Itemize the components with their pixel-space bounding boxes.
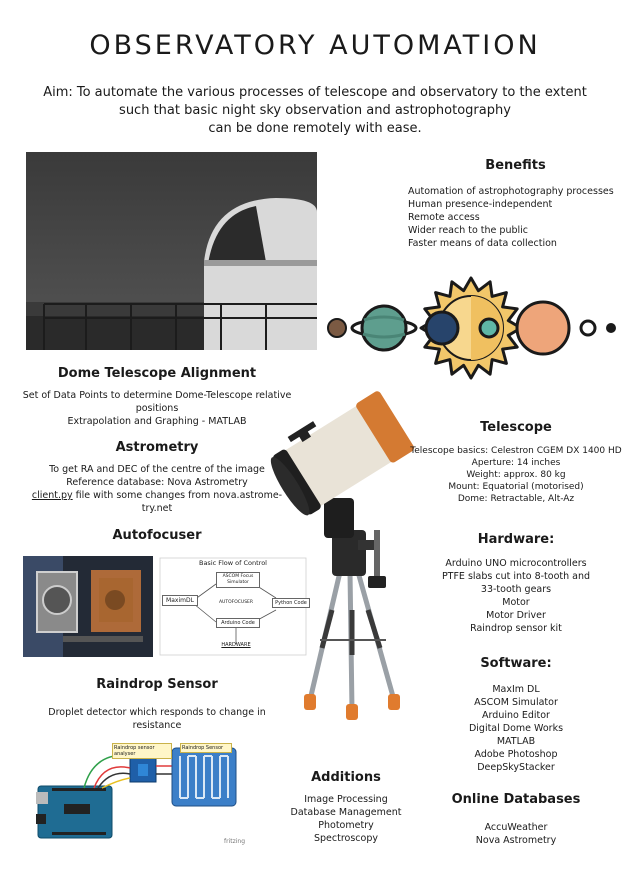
benefits-section: Benefits Automation of astrophotography … xyxy=(408,158,623,250)
additions-title: Additions xyxy=(311,770,381,785)
aim-line: such that basic night sky observation an… xyxy=(119,103,511,118)
planet-small-teal xyxy=(478,317,500,339)
hardware-line: 33-tooth gears xyxy=(480,584,552,595)
aim-line: can be done remotely with ease. xyxy=(208,121,422,136)
raindrop-circuit-diagram: Raindrop sensor analyser Raindrop Sensor… xyxy=(34,740,264,850)
list-item: Faster means of data collection xyxy=(408,238,557,249)
software-line: MATLAB xyxy=(496,736,536,747)
telescope-title: Telescope xyxy=(480,420,552,435)
flow-box-ascom: ASCOM Focus Simulator xyxy=(216,572,260,588)
raindrop-section: Raindrop Sensor Droplet detector which r… xyxy=(14,677,300,732)
online-databases-line: Nova Astrometry xyxy=(475,835,557,846)
solar-system-illustration xyxy=(327,276,616,380)
flow-box-maximdl: MaximDL xyxy=(162,595,198,606)
autofocuser-title-wrap: Autofocuser xyxy=(14,528,300,543)
additions-line: Database Management xyxy=(290,807,402,818)
benefits-title: Benefits xyxy=(485,158,546,173)
hardware-line: Raindrop sensor kit xyxy=(470,623,562,634)
astrometry-section: Astrometry To get RA and DEC of the cent… xyxy=(14,440,300,515)
telescope-line: Dome: Retractable, Alt-Az xyxy=(457,494,575,504)
planet-peach xyxy=(515,300,571,356)
dome-alignment-title: Dome Telescope Alignment xyxy=(57,366,257,381)
dome-alignment-section: Dome Telescope Alignment Set of Data Poi… xyxy=(14,366,300,428)
software-section: Software: MaxIm DL ASCOM Simulator Ardui… xyxy=(404,656,628,774)
raindrop-sensor-label: Raindrop Sensor xyxy=(180,743,232,753)
list-item: Remote access xyxy=(408,212,480,223)
hardware-title: Hardware: xyxy=(477,532,555,547)
poster-title: OBSERVATORY AUTOMATION xyxy=(89,30,541,61)
flow-label-autofocuser: AUTOFOCUSER xyxy=(218,600,254,605)
raindrop-line: resistance xyxy=(132,720,182,731)
raindrop-line: Droplet detector which responds to chang… xyxy=(48,707,266,718)
additions-line: Photometry xyxy=(318,820,374,831)
telescope-line: Weight: approx. 80 kg xyxy=(466,470,566,480)
software-line: Arduino Editor xyxy=(482,710,550,721)
online-databases-title: Online Databases xyxy=(451,792,581,807)
telescope-line: Mount: Equatorial (motorised) xyxy=(448,482,584,492)
hardware-line: Motor Driver xyxy=(486,610,546,621)
fritzing-label: fritzing xyxy=(224,838,246,845)
hardware-section: Hardware: Arduino UNO microcontrollers P… xyxy=(404,532,628,635)
raindrop-analyser-label: Raindrop sensor analyser xyxy=(112,743,172,759)
autofocuser-photo xyxy=(23,556,153,657)
astrometry-line: try.net xyxy=(141,503,173,514)
dome-alignment-line: positions xyxy=(135,403,179,414)
software-line: DeepSkyStacker xyxy=(477,762,555,773)
software-title: Software: xyxy=(480,656,552,671)
benefits-list: Automation of astrophotography processes… xyxy=(408,185,623,250)
software-line: MaxIm DL xyxy=(492,684,540,695)
software-line: Adobe Photoshop xyxy=(474,749,558,760)
autofocuser-title: Autofocuser xyxy=(112,528,202,543)
software-line: ASCOM Simulator xyxy=(474,697,558,708)
astrometry-line: client.py file with some changes from no… xyxy=(31,490,283,501)
astrometry-line: To get RA and DEC of the centre of the i… xyxy=(49,464,265,475)
aim-line: Aim: To automate the various processes o… xyxy=(43,85,587,100)
client-py-link[interactable]: client.py xyxy=(32,490,73,501)
planet-navy xyxy=(424,310,460,346)
planet-small-brown xyxy=(327,318,347,338)
online-databases-section: Online Databases AccuWeather Nova Astrom… xyxy=(404,792,628,847)
raindrop-title: Raindrop Sensor xyxy=(96,677,218,692)
list-item: Automation of astrophotography processes xyxy=(408,186,614,197)
dome-photo xyxy=(26,152,317,350)
additions-line: Spectroscopy xyxy=(314,833,378,844)
hardware-line: Arduino UNO microcontrollers xyxy=(445,558,587,569)
telescope-section: Telescope Telescope basics: Celestron CG… xyxy=(404,420,628,505)
autofocuser-photo-illustration xyxy=(23,556,153,657)
hardware-line: Motor xyxy=(502,597,530,608)
dome-photo-illustration xyxy=(26,152,317,350)
online-databases-line: AccuWeather xyxy=(484,822,548,833)
hardware-line: PTFE slabs cut into 8-tooth and xyxy=(441,571,591,582)
telescope-line: Telescope basics: Celestron CGEM DX 1400… xyxy=(410,446,622,456)
additions-line: Image Processing xyxy=(304,794,388,805)
flow-box-arduino: Arduino Code xyxy=(216,618,260,628)
software-line: Digital Dome Works xyxy=(468,723,564,734)
list-item: Human presence-independent xyxy=(408,199,553,210)
flow-box-hardware: HARDWARE xyxy=(221,642,251,648)
planet-small-black xyxy=(606,323,616,333)
telescope-line: Aperture: 14 inches xyxy=(471,458,561,468)
aim-statement: Aim: To automate the various processes o… xyxy=(30,84,600,138)
astrometry-title: Astrometry xyxy=(115,440,199,455)
sun xyxy=(419,276,523,380)
dome-alignment-line: Extrapolation and Graphing - MATLAB xyxy=(67,416,247,427)
ringed-planet xyxy=(350,304,418,352)
astrometry-line: Reference database: Nova Astrometry xyxy=(66,477,248,488)
additions-section: Additions Image Processing Database Mana… xyxy=(276,770,416,845)
dome-alignment-line: Set of Data Points to determine Dome-Tel… xyxy=(22,390,292,401)
list-item: Wider reach to the public xyxy=(408,225,529,236)
planet-small-white xyxy=(579,319,597,337)
